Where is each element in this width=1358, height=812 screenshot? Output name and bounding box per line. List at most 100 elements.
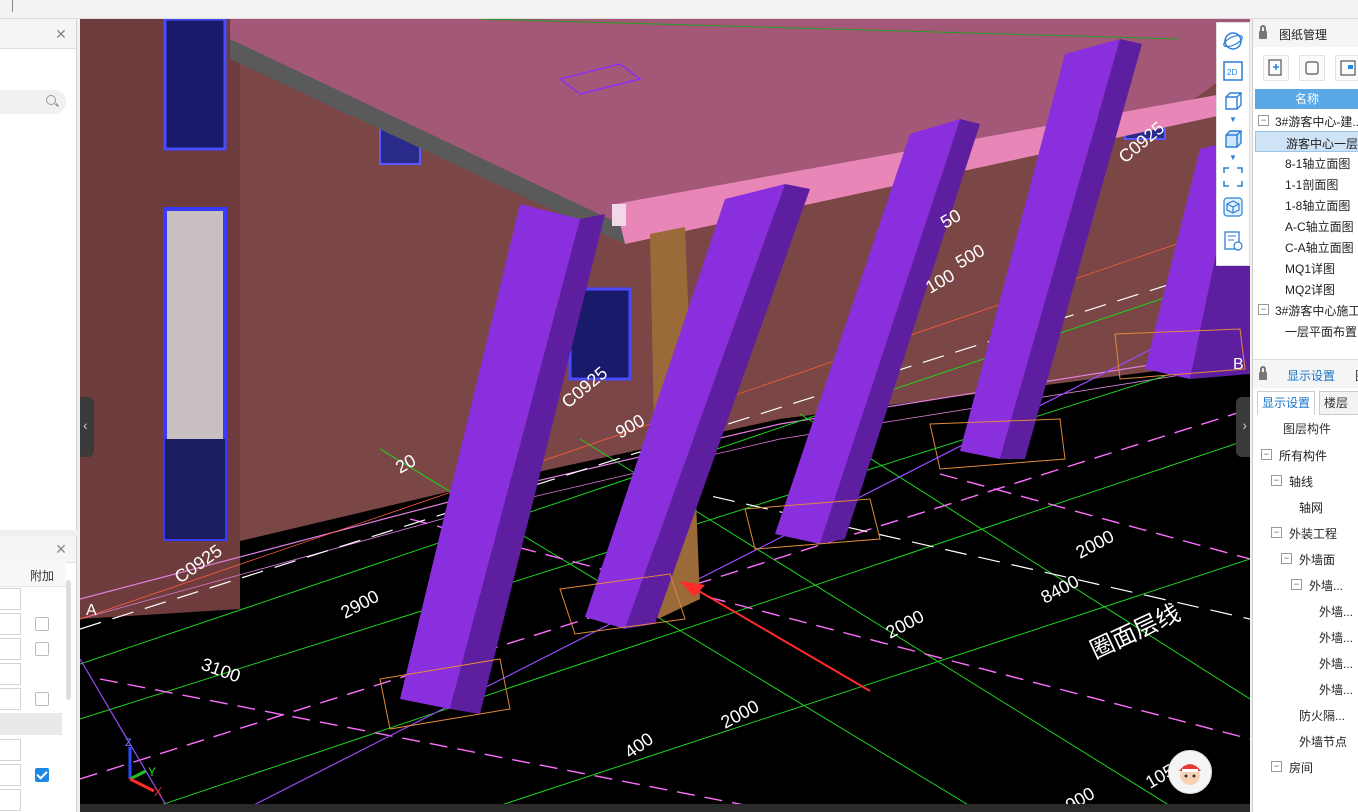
blank-drawing-button[interactable] — [1299, 55, 1325, 81]
search-input[interactable] — [0, 90, 66, 114]
property-cell[interactable] — [0, 588, 21, 610]
scrollbar[interactable] — [66, 580, 71, 700]
assistant-avatar[interactable] — [1168, 750, 1212, 794]
layer-row[interactable]: − 房间 — [1253, 753, 1358, 779]
property-cell[interactable] — [0, 789, 21, 811]
tree-item[interactable]: A-C轴立面图 — [1253, 215, 1358, 236]
drawing-list-icon[interactable] — [1223, 231, 1243, 251]
collapse-icon[interactable]: − — [1261, 449, 1272, 460]
layer-header: 图层构件 — [1257, 419, 1358, 439]
tab-display-settings[interactable]: 显示设置 — [1287, 367, 1335, 384]
display-panel-tabs: 显示设置 图 — [1253, 359, 1358, 388]
attach-checkbox[interactable] — [35, 617, 49, 631]
attach-checkbox-checked[interactable] — [35, 768, 49, 782]
collapse-icon[interactable]: − — [1281, 553, 1292, 564]
cube-view-2-icon[interactable] — [1223, 129, 1243, 149]
fullscreen-icon[interactable] — [1223, 167, 1243, 187]
tree-item[interactable]: 1-8轴立面图 — [1253, 194, 1358, 215]
layer-row[interactable]: − 外墙... — [1253, 571, 1358, 597]
layer-row[interactable]: 外墙... — [1253, 623, 1358, 649]
layer-row[interactable]: − 外墙面 — [1253, 545, 1358, 571]
subtab-display-settings[interactable]: 显示设置 — [1257, 391, 1316, 415]
left-panel-top: ✕ — [0, 20, 77, 530]
collapse-right-tab[interactable] — [1236, 397, 1250, 457]
property-column-header: 附加 — [0, 562, 66, 587]
axis-label-b: B — [1233, 356, 1244, 373]
collapse-icon[interactable]: − — [1271, 761, 1282, 772]
orbit-icon[interactable] — [1223, 31, 1243, 51]
svg-text:2D: 2D — [1227, 68, 1237, 77]
close-icon[interactable]: ✕ — [54, 27, 68, 41]
attach-checkbox[interactable] — [35, 692, 49, 706]
door-lower — [165, 439, 225, 539]
dimension-label: 3100 — [199, 654, 243, 686]
collapse-icon[interactable]: − — [1258, 304, 1269, 315]
property-cell[interactable] — [0, 638, 21, 660]
tree-item[interactable]: − 3#游客中心施工 — [1253, 299, 1358, 320]
axis-z-label: Z — [125, 737, 132, 749]
property-group-row[interactable] — [0, 713, 62, 735]
layer-row[interactable]: 防火隔... — [1253, 701, 1358, 727]
tree-item[interactable]: 1-1剖面图 — [1253, 173, 1358, 194]
view-toolbar: 2D ▼ ▼ — [1216, 22, 1250, 266]
chevron-down-icon[interactable]: ▼ — [1229, 153, 1237, 162]
close-icon[interactable]: ✕ — [54, 542, 68, 556]
tree-item-selected[interactable]: 游客中心一层 — [1255, 131, 1358, 152]
layer-row[interactable]: 外墙... — [1253, 649, 1358, 675]
3d-viewport[interactable]: 3100 2900 2000 2000 2000 8400 400 500 90… — [80, 19, 1250, 812]
layer-row[interactable]: 轴网 — [1253, 493, 1358, 519]
title-strip — [0, 0, 1358, 19]
tree-item[interactable]: − 3#游客中心-建... — [1253, 110, 1358, 131]
tree-item[interactable]: C-A轴立面图 — [1253, 236, 1358, 257]
attach-checkbox[interactable] — [35, 642, 49, 656]
cube-view-icon[interactable] — [1223, 91, 1243, 111]
axis-label-a: A — [86, 602, 97, 619]
viewport-status-strip — [80, 804, 1250, 812]
split-drawing-button[interactable] — [1335, 55, 1358, 81]
search-icon[interactable] — [46, 95, 56, 105]
add-drawing-button[interactable] — [1263, 55, 1289, 81]
component-icon[interactable] — [1223, 197, 1243, 217]
left-panel-top-header: ✕ — [0, 20, 76, 49]
dimension-label: 2900 — [337, 586, 382, 622]
annotation-text: 圈面层线 — [1086, 599, 1184, 664]
property-cell[interactable] — [0, 688, 21, 710]
property-cell[interactable] — [0, 613, 21, 635]
dimension-label: 400 — [621, 729, 657, 763]
display-subtabs: 显示设置 楼层显 — [1253, 391, 1358, 432]
left-panel-bottom-header: ✕ — [0, 536, 76, 563]
tree-column-header: 名称 — [1255, 89, 1358, 109]
property-cell[interactable] — [0, 764, 21, 786]
property-cell[interactable] — [0, 663, 21, 685]
layer-row[interactable]: − 外装工程 — [1253, 519, 1358, 545]
drawing-manager-panel: 图纸管理 名称 − 3#游客中心-建... 游客中心一层 8-1轴立面图 1-1… — [1252, 19, 1358, 812]
tree-item[interactable]: MQ2详图 — [1253, 278, 1358, 299]
slab-edge-marker — [612, 204, 626, 226]
layer-row[interactable]: 外墙节点 — [1253, 727, 1358, 753]
dimension-label: 8400 — [1037, 571, 1082, 607]
dimension-label: 2000 — [882, 606, 927, 642]
property-cell[interactable] — [0, 739, 21, 761]
2d-icon[interactable]: 2D — [1223, 61, 1243, 81]
tree-item[interactable]: 一层平面布置 — [1253, 320, 1358, 341]
tree-item[interactable]: MQ1详图 — [1253, 257, 1358, 278]
tree-item[interactable]: 8-1轴立面图 — [1253, 152, 1358, 173]
collapse-icon[interactable]: − — [1271, 475, 1282, 486]
layer-row[interactable]: 外墙... — [1253, 675, 1358, 701]
layer-row[interactable]: − 轴线 — [1253, 467, 1358, 493]
layer-row[interactable]: − 所有构件 — [1253, 441, 1358, 467]
pin-icon[interactable] — [1259, 25, 1267, 41]
collapse-left-tab[interactable] — [80, 397, 94, 457]
collapse-icon[interactable]: − — [1271, 527, 1282, 538]
axis-y-label: Y — [148, 765, 156, 779]
axis-x-label: X — [154, 785, 162, 799]
dimension-label: 2000 — [1072, 526, 1117, 562]
collapse-icon[interactable]: − — [1258, 115, 1269, 126]
window — [163, 19, 227, 151]
attach-column-label: 附加 — [30, 569, 55, 583]
layer-row[interactable]: 外墙... — [1253, 597, 1358, 623]
subtab-floor-display[interactable]: 楼层显 — [1319, 391, 1358, 432]
chevron-down-icon[interactable]: ▼ — [1229, 115, 1237, 124]
collapse-icon[interactable]: − — [1291, 579, 1302, 590]
pin-icon[interactable] — [1259, 366, 1267, 382]
